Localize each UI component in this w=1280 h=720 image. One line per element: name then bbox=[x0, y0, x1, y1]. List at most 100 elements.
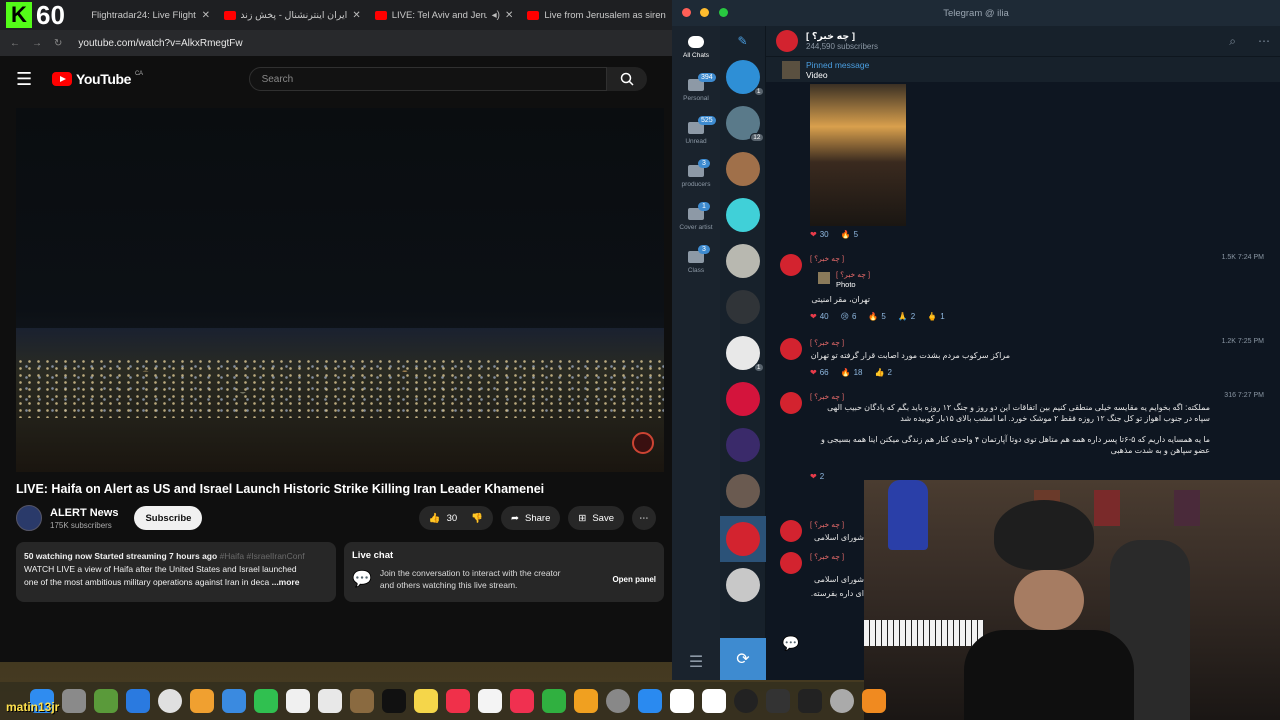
freeform-icon[interactable] bbox=[318, 689, 342, 713]
unity-icon[interactable] bbox=[798, 689, 822, 713]
save-button[interactable]: ⊞ Save bbox=[568, 506, 624, 530]
sender-avatar[interactable] bbox=[780, 520, 802, 542]
calendar-31-icon[interactable] bbox=[702, 689, 726, 713]
reaction-chip[interactable]: 🙏 2 bbox=[898, 312, 915, 321]
app-icon[interactable] bbox=[830, 689, 854, 713]
sender-avatar[interactable] bbox=[780, 392, 802, 414]
search-button[interactable] bbox=[606, 67, 647, 91]
reaction-chip[interactable]: ❤ 2 bbox=[810, 472, 824, 481]
chat-item[interactable] bbox=[725, 382, 760, 416]
pinned-message-bar[interactable]: Pinned message Video bbox=[766, 56, 1280, 82]
chat-item[interactable] bbox=[725, 152, 760, 186]
close-icon[interactable]: ✕ bbox=[202, 10, 210, 21]
share-button[interactable]: ➦ Share bbox=[501, 506, 561, 530]
refresh-icon[interactable]: ⟳ bbox=[720, 638, 766, 680]
tab-iran-international[interactable]: ایران اینترنشنال - پخش زنده ✕ bbox=[218, 2, 367, 28]
description-tags[interactable]: #Haifa #IsraelIranConf bbox=[220, 551, 305, 561]
chat-item[interactable]: 1 bbox=[725, 336, 764, 372]
app-icon[interactable] bbox=[766, 689, 790, 713]
discussion-icon[interactable]: 💬 bbox=[782, 635, 799, 652]
chat-archive[interactable]: 1 bbox=[725, 60, 764, 96]
folder-class[interactable]: 3 Class bbox=[672, 241, 720, 284]
youtube-logo[interactable]: YouTube CA bbox=[52, 71, 143, 87]
pages-icon[interactable] bbox=[574, 689, 598, 713]
settings-sliders-icon[interactable]: ☰ bbox=[689, 652, 703, 672]
back-icon[interactable]: ← bbox=[10, 38, 20, 49]
channel-name[interactable]: ALERT News bbox=[50, 507, 118, 519]
reaction-chip[interactable]: 🔥 5 bbox=[841, 230, 858, 239]
notes-icon[interactable] bbox=[414, 689, 438, 713]
app-icon[interactable] bbox=[734, 689, 758, 713]
folder-cover-artist[interactable]: 1 Cover artist bbox=[672, 198, 720, 241]
forward-icon[interactable]: → bbox=[32, 38, 42, 49]
sender-avatar[interactable] bbox=[780, 338, 802, 360]
chat-item[interactable]: 12 bbox=[725, 106, 764, 142]
menu-icon[interactable]: ☰ bbox=[16, 69, 38, 90]
launchpad-icon[interactable] bbox=[62, 689, 86, 713]
more-options-button[interactable]: ⋯ bbox=[632, 506, 656, 530]
reload-icon[interactable]: ↻ bbox=[54, 38, 62, 49]
mail-icon[interactable] bbox=[222, 689, 246, 713]
music-icon[interactable] bbox=[446, 689, 470, 713]
app-icon[interactable] bbox=[94, 689, 118, 713]
app-store-icon[interactable] bbox=[638, 689, 662, 713]
folder-personal[interactable]: 394 Personal bbox=[672, 69, 720, 112]
search-input[interactable]: Search bbox=[248, 67, 607, 91]
messages-icon[interactable] bbox=[254, 689, 278, 713]
reaction-chip[interactable]: 👍 2 bbox=[874, 368, 891, 377]
description-box[interactable]: 50 watching now Started streaming 7 hour… bbox=[16, 542, 336, 602]
chat-item[interactable] bbox=[725, 198, 760, 232]
chat-item[interactable] bbox=[725, 474, 760, 508]
reaction-chip[interactable]: 😢 6 bbox=[841, 312, 857, 321]
apple-tv-icon[interactable] bbox=[382, 689, 406, 713]
reaction-chip[interactable]: ❤ 30 bbox=[810, 230, 829, 239]
open-panel-button[interactable]: Open panel bbox=[612, 575, 656, 584]
tab-jerusalem[interactable]: Live from Jerusalem as siren bbox=[521, 2, 672, 28]
reminders-icon[interactable] bbox=[286, 689, 310, 713]
channel-avatar[interactable] bbox=[16, 505, 42, 531]
chat-item-selected[interactable] bbox=[720, 516, 766, 562]
news-icon[interactable] bbox=[510, 689, 534, 713]
archive-icon[interactable] bbox=[350, 689, 374, 713]
tab-flightradar[interactable]: Flightradar24: Live Flight Trac ✕ bbox=[85, 2, 216, 28]
photos-icon[interactable] bbox=[190, 689, 214, 713]
reaction-chip[interactable]: ❤ 40 bbox=[810, 312, 829, 321]
reaction-chip[interactable]: 🖕 1 bbox=[927, 312, 944, 321]
sender-avatar[interactable] bbox=[780, 254, 802, 276]
chat-item[interactable] bbox=[725, 244, 760, 278]
search-icon[interactable]: ⌕ bbox=[1229, 34, 1236, 49]
settings-icon[interactable] bbox=[606, 689, 630, 713]
mute-icon[interactable]: ◂) bbox=[492, 10, 500, 21]
folder-unread[interactable]: 525 Unread bbox=[672, 112, 720, 155]
tab-tel-aviv[interactable]: LIVE: Tel Aviv and Jerusal ◂) ✕ bbox=[369, 2, 520, 28]
subscribe-button[interactable]: Subscribe bbox=[134, 506, 203, 530]
reaction-chip[interactable]: 🔥 5 bbox=[868, 312, 885, 321]
chrome-icon[interactable] bbox=[158, 689, 182, 713]
channel-name[interactable]: [ چه خبر؟ ] bbox=[806, 31, 878, 42]
folder-producers[interactable]: 3 producers bbox=[672, 155, 720, 198]
reaction-chip[interactable]: 🔥 18 bbox=[841, 368, 863, 377]
chat-item[interactable] bbox=[725, 568, 760, 602]
video-player[interactable] bbox=[16, 108, 664, 472]
numbers-icon[interactable] bbox=[542, 689, 566, 713]
fl-studio-icon[interactable] bbox=[862, 689, 886, 713]
chat-item[interactable] bbox=[725, 428, 760, 462]
compose-icon[interactable]: ✎ bbox=[720, 26, 765, 56]
thumbs-down-icon[interactable]: 👎 bbox=[471, 513, 483, 524]
sender-avatar[interactable] bbox=[780, 552, 802, 574]
folder-all-chats[interactable]: All Chats bbox=[672, 26, 720, 69]
close-icon[interactable]: ✕ bbox=[505, 10, 513, 21]
more-icon[interactable]: ⋯ bbox=[1258, 34, 1270, 49]
chat-item[interactable] bbox=[725, 290, 760, 324]
channel-logo[interactable] bbox=[776, 30, 798, 52]
notion-icon[interactable] bbox=[670, 689, 694, 713]
url-field[interactable]: youtube.com/watch?v=AlkxRmegtFw bbox=[78, 38, 242, 49]
reaction-chip[interactable]: ❤ 66 bbox=[810, 368, 829, 377]
like-button[interactable]: 👍 30 👎 bbox=[418, 506, 494, 530]
message-views-time: 1.5K 7:24 PM bbox=[1221, 254, 1264, 261]
safari-icon[interactable] bbox=[126, 689, 150, 713]
calendar-icon[interactable] bbox=[478, 689, 502, 713]
video-message-thumbnail[interactable] bbox=[810, 84, 906, 226]
more-link[interactable]: ...more bbox=[272, 577, 300, 587]
close-icon[interactable]: ✕ bbox=[352, 10, 360, 21]
